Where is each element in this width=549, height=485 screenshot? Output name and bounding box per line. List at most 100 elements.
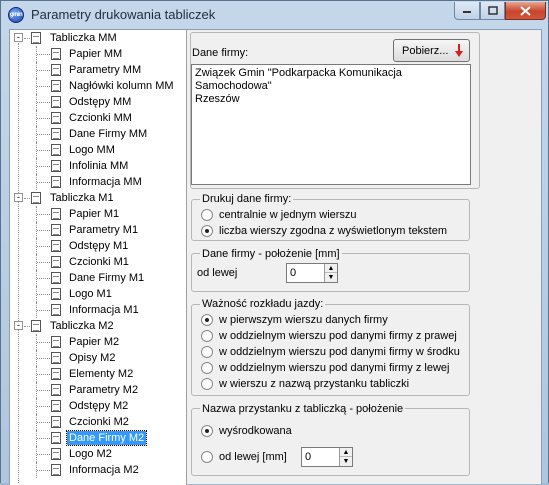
tree-item[interactable]: Logo M1 [10,286,186,302]
tree-item-label: Papier M1 [69,208,120,220]
title-bar[interactable]: gmin Parametry drukowania tabliczek [1,1,548,28]
tree-item-label: Odstępy MM [69,96,132,108]
tree-item[interactable]: Dane Firmy M2 [10,430,186,446]
maximize-button[interactable] [480,2,505,20]
radio-from-left[interactable]: od lewej [mm] [201,451,287,463]
company-text-area[interactable]: Związek Gmin "Podkarpacka Komunikacja Sa… [191,64,471,185]
radio-button [201,451,213,463]
tree-item[interactable]: Czcionki M1 [10,254,186,270]
collapse-icon[interactable]: - [14,193,23,202]
tree-group-item[interactable]: - Tabliczka M1 [10,190,186,206]
radio-validity-option[interactable]: w oddzielnym wierszu pod danymi firmy w … [201,346,460,358]
spin-down-button[interactable]: ▼ [340,457,352,466]
maximize-icon [487,6,498,15]
tree-connector [24,198,30,199]
tree-item-label: Tabliczka M1 [50,192,114,204]
spin-up-button[interactable]: ▲ [325,264,337,273]
spin-up-button[interactable]: ▲ [340,448,352,457]
minimize-icon [463,10,471,13]
tree-item-label: Logo M1 [69,288,112,300]
tree-item[interactable]: Parametry M2 [10,382,186,398]
tree-item[interactable]: Parametry MM [10,62,186,78]
document-icon [51,368,61,380]
document-icon [51,160,61,172]
settings-tree[interactable]: - Tabliczka MM Papier MM Parametry MM Nagłów… [10,30,187,485]
tree-item[interactable]: Logo MM [10,142,186,158]
tree-item-label: Logo M2 [69,448,112,460]
radio-label: w oddzielnym wierszu pod danymi firmy z … [219,330,457,342]
tree-connector [37,166,50,167]
collapse-icon[interactable]: - [14,321,23,330]
tree-item[interactable]: Papier M2 [10,334,186,350]
tree-item[interactable]: Opisy M2 [10,350,186,366]
radio-validity-option[interactable]: w pierwszym wierszu danych firmy [201,314,388,326]
radio-label: w oddzielnym wierszu pod danymi firmy z … [219,362,450,374]
document-icon [51,176,61,188]
tree-connector [37,438,50,439]
tree-item-label: Dane Firmy M1 [69,272,145,284]
collapse-icon[interactable]: - [14,33,23,42]
left-offset-spinner[interactable]: 0 ▲ ▼ [286,263,338,283]
radio-central-one-line[interactable]: centralnie w jednym wierszu [201,209,357,221]
fetch-button[interactable]: Pobierz... [393,39,470,62]
document-icon [51,256,61,268]
document-icon [51,352,61,364]
minimize-button[interactable] [454,2,480,20]
tree-item[interactable]: Informacja M2 [10,462,186,478]
tree-connector [37,118,50,119]
document-icon [51,288,61,300]
document-icon [51,448,61,460]
tree-item[interactable]: Odstępy MM [10,94,186,110]
tree-connector [37,358,50,359]
stop-left-offset-spinner[interactable]: 0 ▲ ▼ [301,447,353,467]
radio-centered[interactable]: wyśrodkowana [201,425,292,437]
tree-item-label: Elementy M2 [69,368,134,380]
tree-connector [37,70,50,71]
tree-item[interactable]: Nagłówki kolumn MM [10,78,186,94]
application-window: gmin Parametry drukowania tabliczek - Tab… [0,0,549,485]
tree-connector [37,294,50,295]
tree-connector [37,102,50,103]
tree-item[interactable]: Czcionki M2 [10,414,186,430]
document-icon [51,432,61,444]
radio-button [201,314,213,326]
tree-connector [37,390,50,391]
tree-connector [24,38,30,39]
tree-group-item[interactable]: - Tabliczka MM [10,30,186,46]
document-icon [51,96,61,108]
company-data-label: Dane firmy: [192,47,249,59]
tree-item[interactable]: Odstępy M1 [10,238,186,254]
tree-item[interactable]: Dane Firmy MM [10,126,186,142]
radio-validity-option[interactable]: w oddzielnym wierszu pod danymi firmy z … [201,330,457,342]
left-offset-label: od lewej [197,267,238,279]
tree-item[interactable]: Papier M1 [10,206,186,222]
tree-connector [37,246,50,247]
spin-down-button[interactable]: ▼ [325,273,337,282]
tree-item-label: Odstępy M2 [69,400,129,412]
document-icon [51,112,61,124]
document-icon [51,64,61,76]
tree-item[interactable]: Papier MM [10,46,186,62]
document-icon [51,144,61,156]
tree-item[interactable]: Logo M2 [10,446,186,462]
tree-item-label: Parametry M2 [69,384,139,396]
tree-item[interactable]: Infolinia MM [10,158,186,174]
tree-item-label: Czcionki M1 [69,256,129,268]
close-button[interactable] [505,2,546,20]
tree-item[interactable]: Informacja M1 [10,302,186,318]
tree-item[interactable]: Odstępy M2 [10,398,186,414]
radio-validity-option[interactable]: w oddzielnym wierszu pod danymi firmy z … [201,362,449,374]
document-icon [51,80,61,92]
tree-item[interactable]: Czcionki MM [10,110,186,126]
tree-item[interactable]: Elementy M2 [10,366,186,382]
radio-validity-option[interactable]: w wierszu z nazwą przystanku tabliczki [201,378,409,390]
document-icon [51,224,61,236]
timetable-validity-title: Ważność rozkładu jazdy: [200,298,326,310]
tree-item[interactable]: Informacja MM [10,174,186,190]
tree-group-item[interactable]: - Tabliczka M2 [10,318,186,334]
tree-item-label: Dane Firmy M2 [65,430,148,446]
document-icon [51,128,61,140]
radio-rows-as-text[interactable]: liczba wierszy zgodna z wyświetlonym tek… [201,225,447,237]
tree-item[interactable]: Parametry M1 [10,222,186,238]
tree-item[interactable]: Dane Firmy M1 [10,270,186,286]
